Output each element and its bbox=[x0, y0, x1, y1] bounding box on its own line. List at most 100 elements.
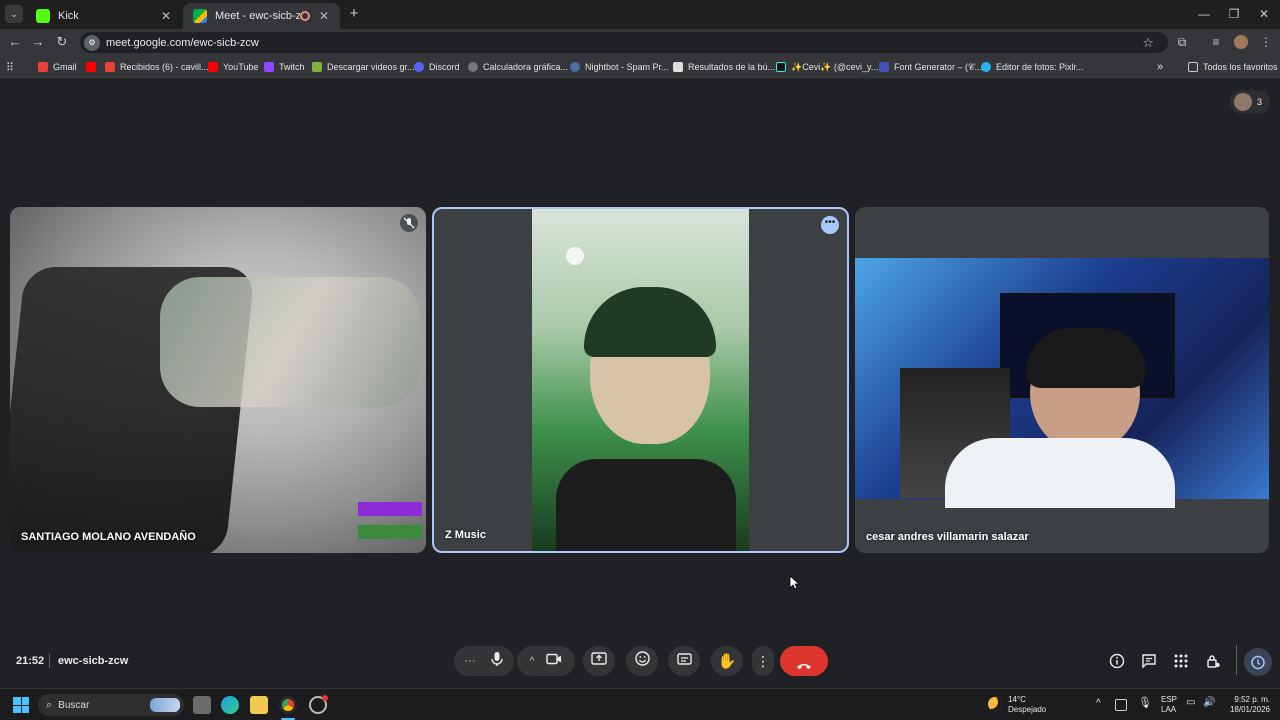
media-controls-icon[interactable]: ≡ bbox=[1206, 32, 1226, 52]
mic-off-icon bbox=[400, 214, 418, 232]
timer-button[interactable] bbox=[1236, 645, 1237, 675]
network-icon[interactable]: ▭ bbox=[1186, 698, 1195, 708]
bookmark-youtube[interactable]: YouTube bbox=[208, 59, 258, 75]
download-icon bbox=[312, 62, 322, 72]
profile-avatar-icon[interactable] bbox=[1231, 32, 1251, 52]
chat-icon[interactable] bbox=[1141, 653, 1157, 669]
browser-menu-icon[interactable]: ⋮ bbox=[1256, 32, 1276, 52]
tiktok-icon bbox=[776, 62, 786, 72]
bookmark-gmail[interactable]: Gmail bbox=[38, 59, 77, 75]
video-tile-z-music[interactable]: ••• Z Music bbox=[432, 207, 849, 553]
video-feed-green bbox=[358, 525, 422, 539]
more-options-icon[interactable]: ••• bbox=[821, 216, 839, 234]
person-shirt bbox=[945, 438, 1175, 508]
weather-icon[interactable] bbox=[988, 697, 1002, 711]
bookmark-tiktok[interactable]: ✨Cevi✨ (@cevi_y... bbox=[776, 59, 878, 75]
reactions-button[interactable] bbox=[626, 646, 658, 676]
apps-icon[interactable]: ⠿ bbox=[6, 59, 14, 75]
participant-name: Z Music bbox=[445, 529, 486, 541]
forward-icon[interactable]: → bbox=[28, 32, 48, 52]
show-hidden-icons[interactable]: ^ bbox=[1096, 699, 1101, 709]
video-tile-santiago[interactable]: SANTIAGO MOLANO AVENDAÑO bbox=[10, 207, 426, 553]
address-bar[interactable]: ⚙ meet.google.com/ewc-sicb-zcw ☆ bbox=[80, 32, 1168, 53]
video-feed bbox=[532, 209, 749, 551]
present-icon bbox=[591, 651, 607, 671]
language-bottom[interactable]: LAA bbox=[1161, 705, 1176, 715]
captions-icon bbox=[676, 652, 692, 670]
video-options-icon[interactable]: ^ bbox=[530, 656, 535, 667]
bookmark-pixlr[interactable]: Editor de fotos: Pixlr... bbox=[981, 59, 1084, 75]
microphone-tray-icon[interactable]: 🎙 bbox=[1138, 698, 1152, 709]
meeting-details-icon[interactable] bbox=[1109, 653, 1125, 669]
bookmark-discord[interactable]: Discord bbox=[414, 59, 460, 75]
participant-name: cesar andres villamarin salazar bbox=[866, 531, 1029, 543]
site-info-icon[interactable]: ⚙ bbox=[84, 34, 100, 51]
more-options-button[interactable]: ⋮ bbox=[752, 646, 774, 676]
tray-app-icon[interactable] bbox=[1115, 699, 1127, 711]
tray-date[interactable]: 18/01/2026 bbox=[1226, 705, 1270, 715]
audio-options-icon[interactable]: ··· bbox=[465, 655, 476, 667]
person-body bbox=[556, 459, 736, 551]
emoji-icon bbox=[634, 651, 650, 671]
leave-call-button[interactable] bbox=[780, 646, 828, 676]
tab-kick[interactable]: Kick ✕ bbox=[26, 3, 182, 29]
bookmark-star-icon[interactable]: ☆ bbox=[1142, 35, 1154, 51]
tab-meet[interactable]: Meet - ewc-sicb-zcw ✕ bbox=[183, 3, 340, 29]
close-tab-icon[interactable]: ✕ bbox=[316, 9, 332, 23]
volume-icon[interactable]: 🔊 bbox=[1203, 698, 1215, 708]
file-explorer-icon[interactable] bbox=[250, 696, 268, 714]
meet-icon bbox=[193, 9, 207, 23]
participant-name: SANTIAGO MOLANO AVENDAÑO bbox=[21, 531, 196, 543]
kick-icon bbox=[36, 9, 50, 23]
bookmark-inbox[interactable]: Recibidos (6) - cavill... bbox=[105, 59, 209, 75]
bookmark-youtube-red[interactable] bbox=[86, 59, 101, 75]
host-controls-icon[interactable] bbox=[1205, 653, 1221, 669]
task-view-icon[interactable] bbox=[193, 696, 211, 714]
reload-icon[interactable]: ↻ bbox=[52, 32, 72, 52]
bookmarks-bar: ⠿ Gmail Recibidos (6) - cavill... YouTub… bbox=[0, 55, 1280, 79]
chrome-icon[interactable] bbox=[279, 696, 297, 714]
back-icon[interactable]: ← bbox=[5, 32, 25, 52]
more-bookmarks-icon[interactable]: » bbox=[1157, 59, 1163, 75]
bookmark-descargar[interactable]: Descargar videos gr... bbox=[312, 59, 415, 75]
close-window-icon[interactable]: ✕ bbox=[1249, 4, 1279, 24]
divider bbox=[49, 654, 50, 668]
hand-icon: ✋ bbox=[717, 653, 737, 670]
language-top[interactable]: ESP bbox=[1161, 695, 1177, 705]
tray-time[interactable]: 9:52 p. m. bbox=[1226, 695, 1270, 705]
camera-icon[interactable] bbox=[546, 652, 562, 670]
edge-icon[interactable] bbox=[221, 696, 239, 714]
bookmark-font-generator[interactable]: Font Generator – (𝒞... bbox=[879, 59, 982, 75]
restore-icon[interactable]: ❐ bbox=[1219, 4, 1249, 24]
bookmark-nightbot[interactable]: Nightbot - Spam Pr... bbox=[570, 59, 669, 75]
meet-stage: 3 SANTIAGO MOLANO AVENDAÑO ••• Z Music c… bbox=[0, 80, 1280, 688]
twitch-icon bbox=[264, 62, 274, 72]
meeting-code: ewc-sicb-zcw bbox=[58, 655, 129, 667]
avatar bbox=[1234, 93, 1252, 111]
tab-title: Kick bbox=[58, 10, 79, 22]
all-bookmarks-folder[interactable]: Todos los favoritos bbox=[1188, 59, 1278, 75]
extensions-icon[interactable]: ⧉ bbox=[1172, 32, 1192, 52]
video-feed-blanket bbox=[160, 277, 420, 407]
captions-button[interactable] bbox=[668, 646, 700, 676]
weather-desc: Despejado bbox=[1008, 705, 1047, 714]
tab-search-button[interactable]: ⌄ bbox=[5, 5, 23, 23]
bookmark-calculadora[interactable]: Calculadora gráfica... bbox=[468, 59, 568, 75]
present-screen-button[interactable] bbox=[583, 646, 615, 676]
activities-icon[interactable] bbox=[1173, 653, 1189, 669]
new-tab-button[interactable]: + bbox=[345, 5, 363, 23]
raise-hand-button[interactable]: ✋ bbox=[711, 646, 743, 676]
video-feed-purple bbox=[358, 502, 422, 516]
bookmark-twitch[interactable]: Twitch bbox=[264, 59, 305, 75]
taskbar-search[interactable]: ⌕ Buscar bbox=[38, 694, 184, 716]
mic-icon[interactable] bbox=[490, 651, 504, 672]
folder-icon bbox=[1188, 62, 1198, 72]
participants-button[interactable]: 3 bbox=[1230, 90, 1270, 114]
minimize-icon[interactable]: — bbox=[1189, 4, 1219, 24]
timer-icon[interactable] bbox=[1244, 648, 1272, 676]
close-tab-icon[interactable]: ✕ bbox=[158, 9, 174, 23]
video-tile-cesar[interactable]: cesar andres villamarin salazar bbox=[855, 207, 1269, 553]
search-highlight-image bbox=[150, 698, 180, 712]
windows-start-icon[interactable] bbox=[13, 697, 29, 713]
bookmark-resultados[interactable]: Resultados de la bú... bbox=[673, 59, 775, 75]
